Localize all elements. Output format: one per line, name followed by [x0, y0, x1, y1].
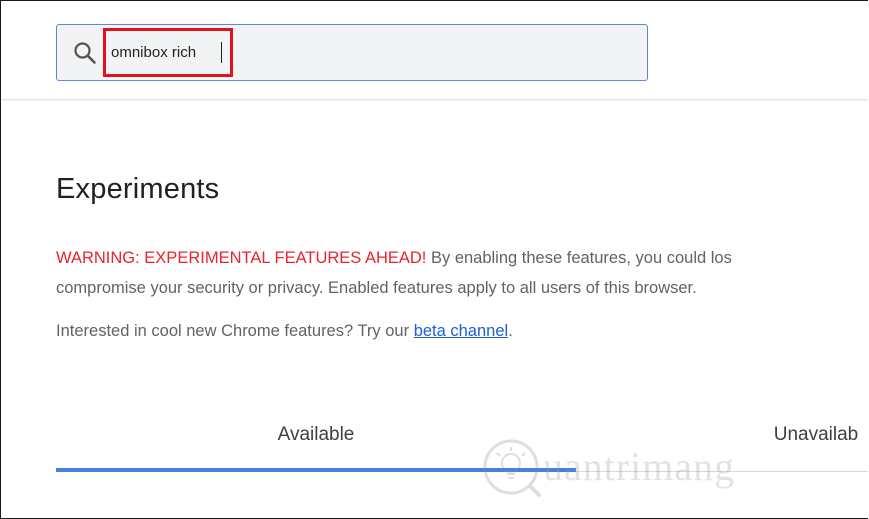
tab-unavailable[interactable]: Unavailab [576, 406, 868, 472]
warning-line1-rest: By enabling these features, you could lo… [426, 249, 732, 267]
highlight-annotation-box [103, 28, 233, 77]
warning-message: WARNING: EXPERIMENTAL FEATURES AHEAD! By… [56, 243, 868, 303]
page-title: Experiments [56, 173, 220, 205]
tab-divider [576, 471, 868, 472]
tab-available[interactable]: Available [56, 406, 576, 472]
interest-suffix: . [508, 322, 513, 340]
warning-line2: compromise your security or privacy. Ena… [56, 279, 697, 297]
beta-channel-message: Interested in cool new Chrome features? … [56, 318, 513, 344]
browser-frame: Experiments WARNING: EXPERIMENTAL FEATUR… [0, 0, 868, 519]
flags-header [1, 1, 868, 100]
search-icon [73, 41, 97, 65]
search-box[interactable] [56, 24, 648, 81]
tab-active-indicator [56, 468, 576, 472]
beta-channel-link[interactable]: beta channel [414, 322, 509, 340]
tab-bar: Available Unavailab [56, 406, 868, 476]
interest-prefix: Interested in cool new Chrome features? … [56, 322, 414, 340]
warning-label: WARNING: EXPERIMENTAL FEATURES AHEAD! [56, 249, 427, 267]
